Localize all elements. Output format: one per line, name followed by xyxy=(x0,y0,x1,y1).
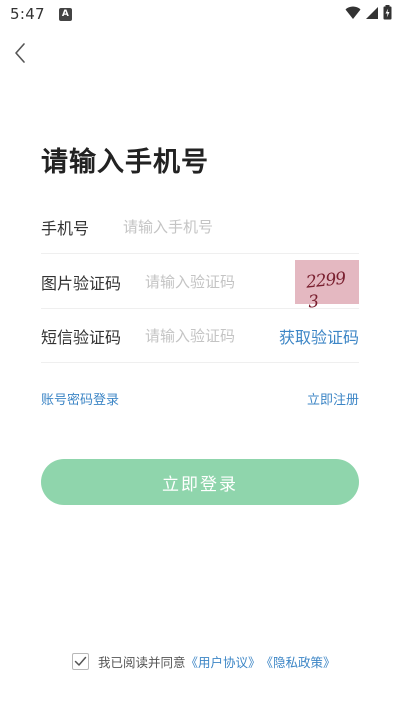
notification-icon: A xyxy=(58,7,72,21)
image-captcha-input[interactable] xyxy=(145,272,295,291)
status-icons xyxy=(345,5,392,20)
battery-icon xyxy=(383,5,392,20)
status-bar: 5:47 A xyxy=(0,0,400,28)
sms-code-input[interactable] xyxy=(145,326,279,345)
wifi-icon xyxy=(345,6,361,19)
agreement-text: 我已阅读并同意 xyxy=(98,655,186,670)
login-screen: 5:47 A 请输入手机号 手机号 图片验证码 2299 xyxy=(0,0,400,712)
chevron-left-icon xyxy=(15,43,25,63)
sms-code-row: 短信验证码 获取验证码 xyxy=(41,309,359,363)
captcha-image[interactable]: 2299 3 xyxy=(295,259,359,312)
password-login-link[interactable]: 账号密码登录 xyxy=(41,389,119,408)
image-captcha-row: 图片验证码 2299 3 xyxy=(41,255,359,312)
checkmark-icon xyxy=(74,656,87,666)
user-agreement-link[interactable]: 《用户协议》 xyxy=(186,652,261,671)
login-button[interactable]: 立即登录 xyxy=(41,459,359,505)
page-title: 请输入手机号 xyxy=(41,147,209,178)
phone-row: 手机号 xyxy=(41,200,359,254)
captcha-image-text: 2299 3 xyxy=(305,268,347,313)
agreement: 我已阅读并同意 《用户协议》 《隐私政策》 xyxy=(72,652,336,671)
sms-code-label: 短信验证码 xyxy=(41,327,122,347)
signal-icon xyxy=(366,6,378,19)
phone-input[interactable] xyxy=(123,217,359,236)
register-link[interactable]: 立即注册 xyxy=(307,389,359,408)
get-code-button[interactable]: 获取验证码 xyxy=(279,324,359,348)
status-time: 5:47 xyxy=(10,5,45,23)
agreement-checkbox[interactable] xyxy=(72,653,89,670)
image-captcha-label: 图片验证码 xyxy=(41,273,122,293)
back-button[interactable] xyxy=(6,38,34,68)
phone-label: 手机号 xyxy=(41,218,90,238)
privacy-policy-link[interactable]: 《隐私政策》 xyxy=(261,652,336,671)
